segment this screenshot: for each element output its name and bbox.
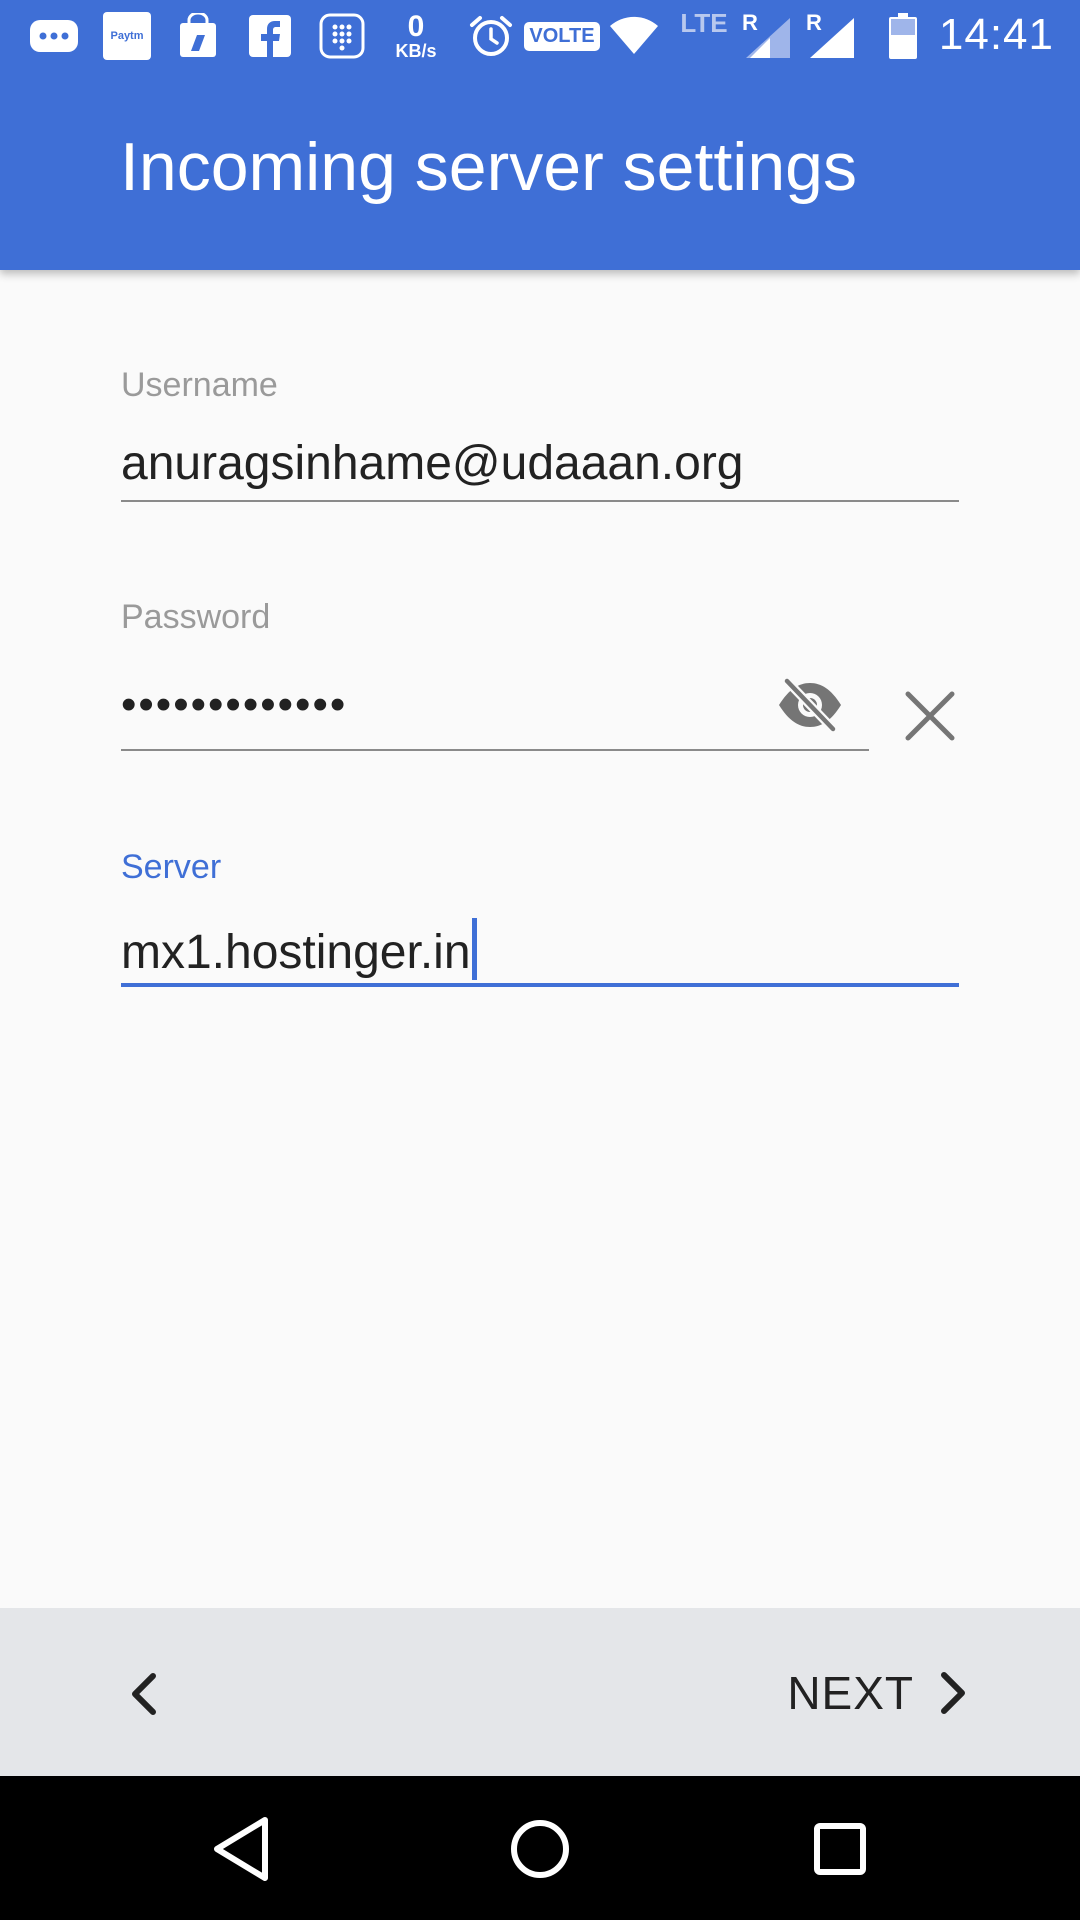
- dialer-icon: [318, 12, 366, 60]
- messages-icon: [26, 12, 82, 60]
- close-icon[interactable]: [898, 684, 962, 748]
- data-speed-value: 0: [407, 10, 425, 43]
- volte-label: VOLTE: [529, 24, 595, 47]
- chevron-left-icon: [132, 1673, 156, 1715]
- username-input[interactable]: anuragsinhame@udaaan.org: [121, 436, 744, 491]
- username-label: Username: [121, 366, 278, 404]
- volte-icon: VOLTE: [524, 12, 600, 60]
- navigation-bar: [0, 1776, 1080, 1920]
- password-label: Password: [121, 598, 271, 636]
- username-underline: [121, 500, 959, 502]
- nav-back-icon[interactable]: [196, 1804, 286, 1894]
- status-bar: Paytm 0 KB/s VOLTE LTE R R 14:41: [0, 0, 1080, 72]
- password-input[interactable]: •••••••••••••: [121, 680, 347, 730]
- chevron-right-icon: [941, 1672, 965, 1714]
- next-button[interactable]: NEXT: [787, 1658, 970, 1728]
- action-bar: NEXT: [0, 1608, 1080, 1776]
- nav-home-icon[interactable]: [495, 1804, 585, 1894]
- signal-icon: R: [742, 10, 792, 60]
- back-button[interactable]: [116, 1664, 172, 1724]
- signal-icon: R: [806, 10, 856, 60]
- roaming-label: R: [742, 10, 758, 35]
- alarm-icon: [468, 12, 514, 60]
- paytm-label: Paytm: [110, 30, 144, 42]
- roaming-label: R: [806, 10, 822, 35]
- server-input-value: mx1.hostinger.in: [121, 926, 471, 979]
- wifi-icon: [608, 12, 660, 60]
- battery-icon: [888, 12, 918, 60]
- data-speed-icon: 0 KB/s: [386, 10, 446, 61]
- password-underline: [121, 749, 869, 751]
- app-header: Paytm 0 KB/s VOLTE LTE R R 14:41 Incomin…: [0, 0, 1080, 270]
- server-underline: [121, 983, 959, 987]
- server-label: Server: [121, 848, 222, 886]
- next-label: NEXT: [787, 1667, 914, 1719]
- facebook-icon: [248, 12, 292, 60]
- lte-indicator: LTE: [674, 8, 734, 38]
- page-title: Incoming server settings: [120, 129, 857, 205]
- status-time: 14:41: [938, 10, 1054, 59]
- eye-off-icon[interactable]: [770, 670, 850, 740]
- shopping-icon: [176, 12, 220, 60]
- data-speed-unit: KB/s: [395, 41, 437, 61]
- server-input[interactable]: mx1.hostinger.in: [121, 918, 477, 980]
- nav-recents-icon[interactable]: [795, 1804, 885, 1894]
- text-caret: [471, 918, 477, 980]
- paytm-icon: Paytm: [102, 12, 152, 60]
- lte-label: LTE: [680, 7, 728, 38]
